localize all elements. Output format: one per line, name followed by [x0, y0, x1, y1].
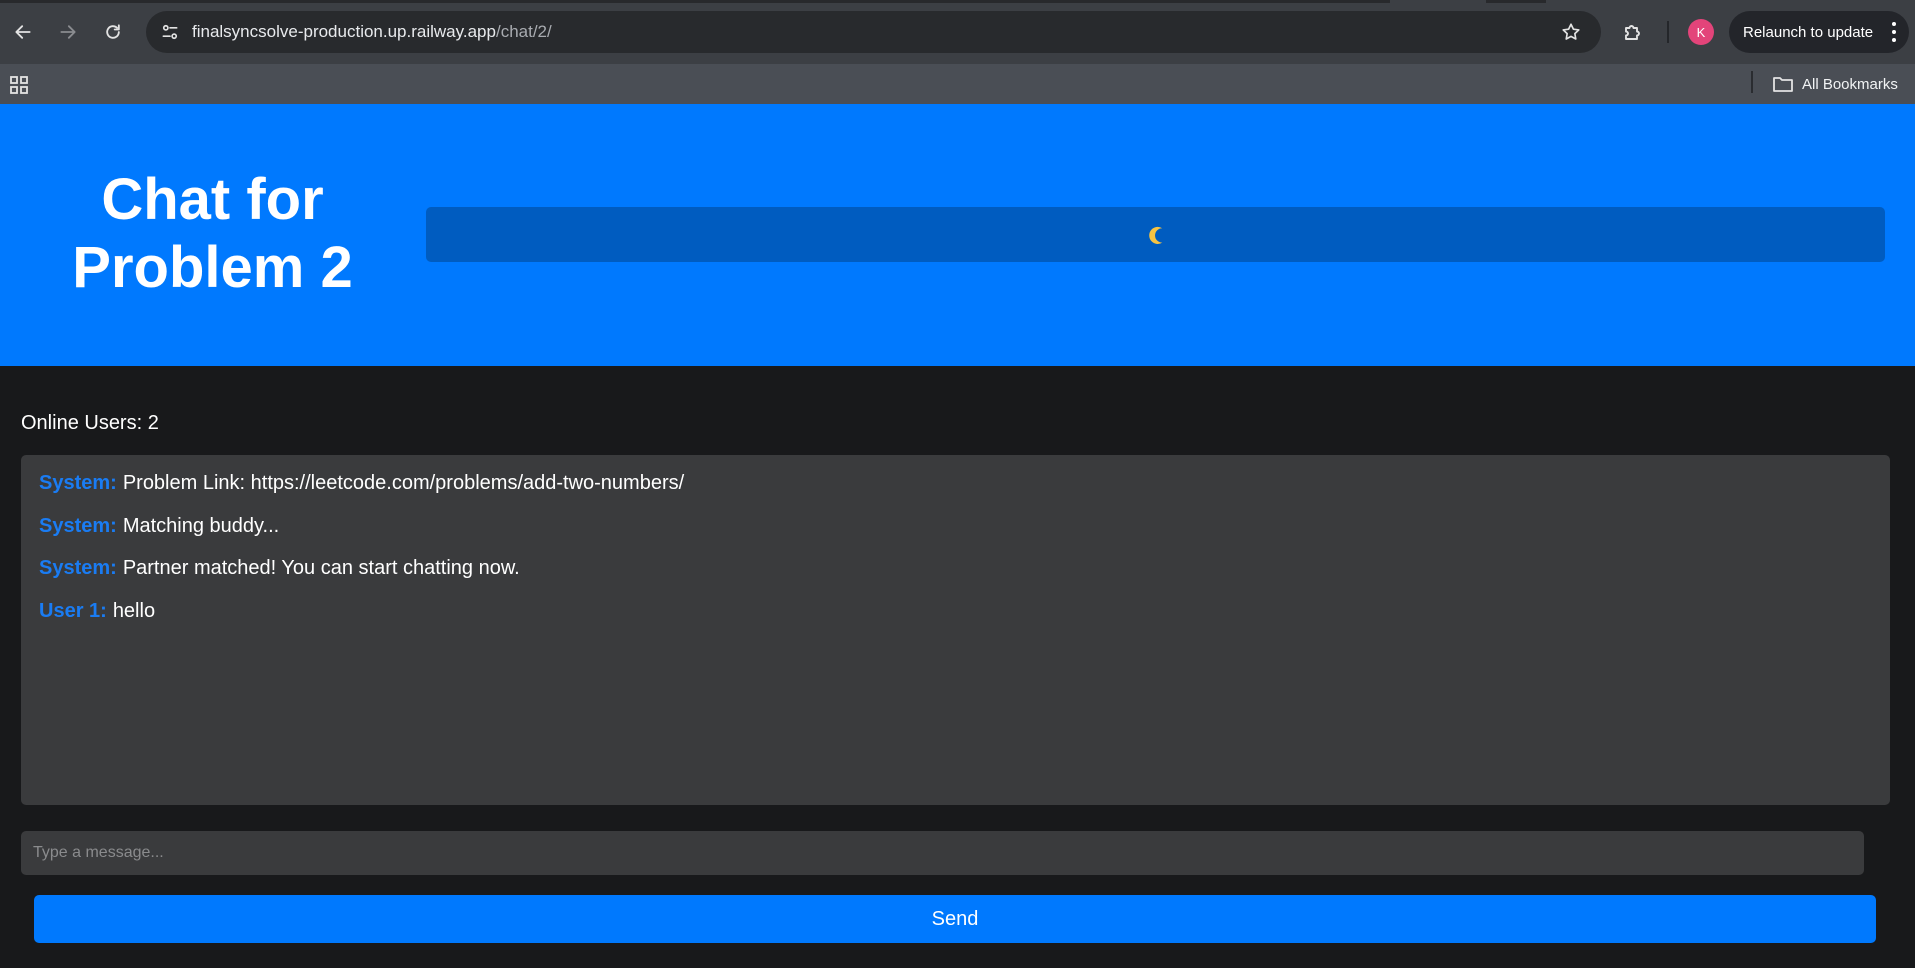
message-sender: User 1: [39, 599, 107, 622]
url-host: finalsyncsolve-production.up.railway.app [192, 22, 496, 41]
forward-arrow-icon [60, 25, 76, 39]
apps-grid-icon [10, 76, 28, 94]
chat-message: System: Problem Link: https://leetcode.co… [39, 471, 1872, 495]
address-bar[interactable]: finalsyncsolve-production.up.railway.app… [146, 11, 1601, 53]
url-text: finalsyncsolve-production.up.railway.app… [192, 22, 552, 42]
chat-message: System: Matching buddy... [39, 514, 1872, 538]
apps-button[interactable] [8, 74, 30, 96]
chat-message: System: Partner matched! You can start ch… [39, 556, 1872, 580]
profile-avatar[interactable]: K [1688, 19, 1714, 45]
back-button[interactable] [6, 15, 40, 49]
reload-icon [106, 24, 120, 39]
folder-icon [1773, 77, 1793, 92]
all-bookmarks-label: All Bookmarks [1802, 75, 1898, 93]
message-input[interactable] [21, 831, 1864, 875]
message-text: Matching buddy... [122, 514, 280, 537]
reload-button[interactable] [96, 15, 130, 49]
send-button[interactable]: Send [34, 895, 1876, 943]
relaunch-button[interactable]: Relaunch to update [1729, 11, 1909, 53]
message-text: hello [112, 599, 156, 622]
theme-toggle-button[interactable] [426, 207, 1885, 262]
message-sender: System: [39, 472, 117, 494]
message-sender: System: [39, 557, 117, 579]
toolbar-divider [1667, 21, 1669, 43]
chat-message: User 1: hello [39, 599, 1872, 623]
page-content: Chat for Problem 2 Online Users: 2 Syste… [0, 104, 1915, 968]
all-bookmarks-button[interactable]: All Bookmarks [1772, 69, 1898, 99]
bookmark-star-button[interactable] [1559, 20, 1583, 44]
site-info-button[interactable] [158, 20, 182, 44]
forward-button[interactable] [51, 15, 85, 49]
url-path: /chat/2/ [495, 22, 552, 41]
bookmarks-bar: All Bookmarks [0, 64, 1915, 104]
back-arrow-icon [15, 25, 31, 39]
tune-icon [162, 24, 178, 40]
page-title: Chat for Problem 2 [72, 167, 353, 300]
puzzle-icon [1625, 25, 1640, 40]
message-sender: System: [39, 514, 117, 537]
kebab-menu-icon[interactable] [1891, 22, 1897, 42]
online-users-count: Online Users: 2 [21, 412, 159, 434]
moon-icon [1148, 226, 1162, 244]
relaunch-label: Relaunch to update [1743, 23, 1874, 41]
page-header: Chat for Problem 2 [0, 104, 1915, 366]
message-text: Partner matched! You can start chatting … [122, 557, 520, 579]
tab-strip-edge [0, 0, 1390, 3]
browser-toolbar: finalsyncsolve-production.up.railway.app… [0, 0, 1915, 64]
message-text: Problem Link: https://leetcode.com/probl… [122, 472, 685, 494]
tab-strip-edge [1486, 0, 1546, 3]
chat-messages[interactable]: System: Problem Link: https://leetcode.co… [21, 455, 1890, 805]
extensions-button[interactable] [1618, 17, 1648, 47]
star-icon [1562, 23, 1580, 40]
bookmarks-divider [1751, 71, 1753, 93]
